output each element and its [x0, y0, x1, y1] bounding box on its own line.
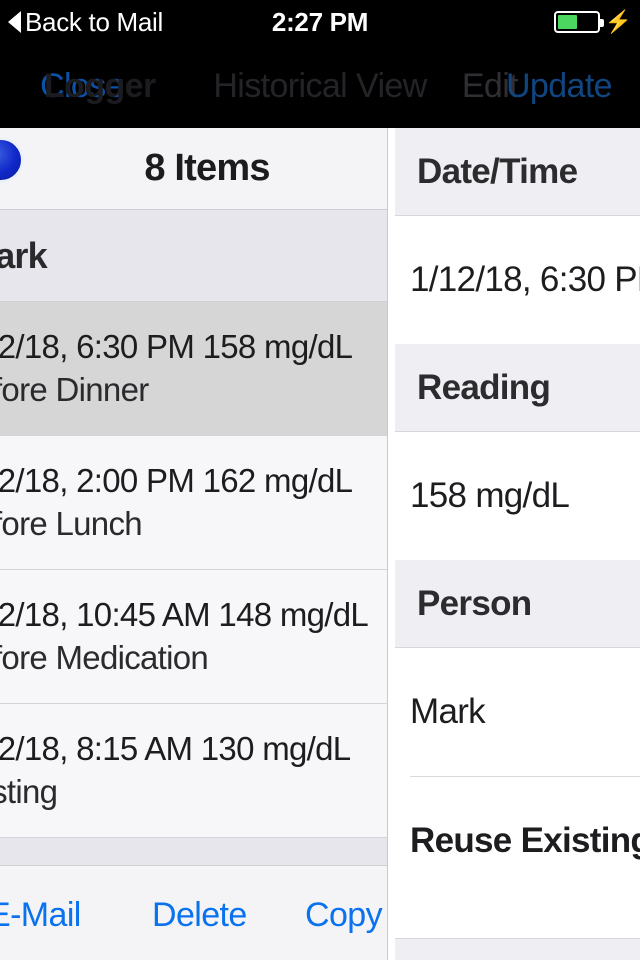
reading-context: Before Medication — [0, 638, 209, 676]
delete-button[interactable]: Delete — [152, 896, 247, 935]
detail-value-reading[interactable]: 158 mg/dL — [388, 432, 640, 560]
reading-summary: 1/12/18, 6:30 PM 158 mg/dL — [0, 328, 353, 366]
detail-header-reading: Reading — [395, 344, 640, 432]
items-count-title: 8 Items — [144, 147, 270, 189]
detail-header-datetime: Date/Time — [395, 128, 640, 216]
reuse-existing-person-label: Reuse Existing Person — [410, 821, 640, 860]
section-header-label: Mark — [0, 234, 48, 276]
detail-header-person: Person — [395, 560, 640, 648]
detail-header-label: Reading — [417, 367, 551, 407]
bottom-toolbar: E-Mail Delete Copy — [0, 870, 388, 960]
pane-divider — [387, 128, 388, 960]
blue-circle-badge-icon — [0, 137, 24, 183]
detail-bottom-bar — [395, 938, 640, 960]
battery-icon — [553, 11, 604, 33]
battery-fill — [557, 15, 577, 29]
lightning-bolt-icon: ⚡ — [604, 9, 632, 34]
reading-summary: 1/12/18, 2:00 PM 162 mg/dL — [0, 462, 353, 500]
detail-value-person[interactable]: Mark — [388, 648, 640, 776]
detail-header-label: Person — [417, 583, 532, 623]
readings-master-pane: 8 Items Mark 1/12/18, 6:30 PM 158 mg/dL … — [0, 128, 388, 960]
reading-context: Before Dinner — [0, 370, 149, 408]
detail-header-label: Date/Time — [417, 151, 578, 191]
reading-context: Before Lunch — [0, 504, 143, 542]
detail-value-datetime[interactable]: 1/12/18, 6:30 PM — [388, 216, 640, 344]
copy-button[interactable]: Copy — [305, 896, 383, 935]
navigation-bar: Close Logger Historical View Edit Update — [0, 44, 640, 128]
reading-summary: 1/12/18, 10:45 AM 148 mg/dL — [0, 596, 369, 634]
list-bottom-spacer — [0, 838, 388, 866]
page-content: 8 Items Mark 1/12/18, 6:30 PM 158 mg/dL … — [0, 128, 640, 960]
email-button[interactable]: E-Mail — [0, 896, 81, 935]
list-header: 8 Items — [0, 128, 388, 210]
status-bar-clock: 2:27 PM — [0, 0, 640, 44]
update-button[interactable]: Update — [506, 44, 613, 128]
detail-value-label: 158 mg/dL — [410, 476, 570, 515]
table-row[interactable]: 1/12/18, 10:45 AM 148 mg/dL Before Medic… — [0, 570, 388, 704]
status-bar: Back to Mail 2:27 PM ⚡ — [0, 0, 640, 44]
status-bar-indicators: ⚡ — [553, 0, 632, 44]
reading-detail-pane: Date/Time 1/12/18, 6:30 PM Reading 158 m… — [388, 128, 640, 960]
table-row[interactable]: 1/12/18, 8:15 AM 130 mg/dL Fasting — [0, 704, 388, 838]
reuse-existing-person-button[interactable]: Reuse Existing Person — [388, 777, 640, 905]
table-row[interactable]: 1/12/18, 2:00 PM 162 mg/dL Before Lunch — [0, 436, 388, 570]
reading-summary: 1/12/18, 8:15 AM 130 mg/dL — [0, 730, 351, 768]
table-row[interactable]: 1/12/18, 6:30 PM 158 mg/dL Before Dinner — [0, 302, 388, 436]
reading-context: Fasting — [0, 772, 58, 810]
detail-value-label: Mark — [410, 692, 486, 731]
detail-value-label: 1/12/18, 6:30 PM — [410, 260, 640, 299]
status-bar-time-label: 2:27 PM — [271, 6, 369, 37]
section-header-person: Mark — [0, 210, 388, 302]
